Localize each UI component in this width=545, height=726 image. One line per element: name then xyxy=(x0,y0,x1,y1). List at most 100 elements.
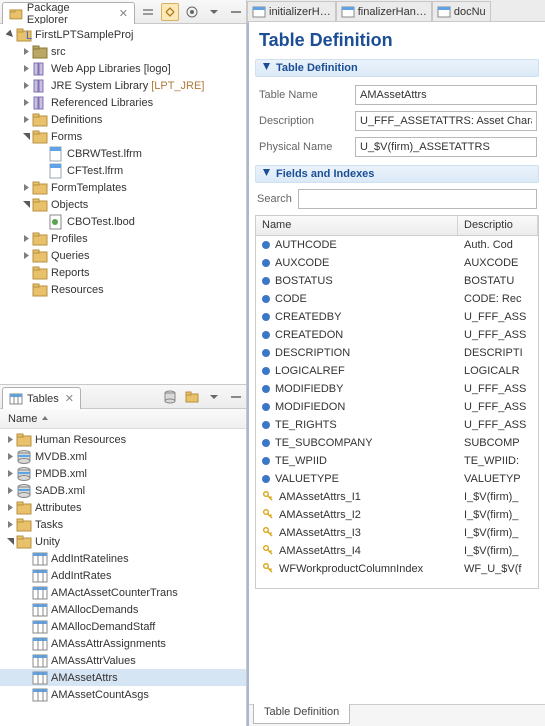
field-row[interactable]: LOGICALREFLOGICALR xyxy=(256,362,538,380)
cross-icon[interactable]: ✕ xyxy=(65,392,74,405)
tree-folder-attributes[interactable]: Attributes xyxy=(0,499,246,516)
tree-objects[interactable]: Objects xyxy=(0,196,246,213)
folder-button[interactable] xyxy=(183,388,201,406)
field-row[interactable]: AMAssetAttrs_I3I_$V(firm)_ xyxy=(256,524,538,542)
tables-column-header[interactable]: Name xyxy=(0,409,246,429)
package-explorer-tree[interactable]: L FirstLPTSampleProj src Web App Librari… xyxy=(0,24,246,384)
search-input[interactable] xyxy=(298,189,537,209)
field-row[interactable]: TE_RIGHTSU_FFF_ASS xyxy=(256,416,538,434)
tree-reflib[interactable]: Referenced Libraries xyxy=(0,94,246,111)
twisty-open-icon[interactable] xyxy=(4,29,16,41)
tree-definitions[interactable]: Definitions xyxy=(0,111,246,128)
tree-forms[interactable]: Forms xyxy=(0,128,246,145)
editor-tab[interactable]: initializerH… xyxy=(247,1,336,21)
twisty-closed-icon[interactable] xyxy=(20,63,32,75)
twisty-closed-icon[interactable] xyxy=(20,250,32,262)
tree-db-sadb[interactable]: SADB.xml xyxy=(0,482,246,499)
table-item[interactable]: AddIntRates xyxy=(0,567,246,584)
twisty-closed-icon[interactable] xyxy=(20,233,32,245)
collapse-all-button[interactable] xyxy=(139,3,157,21)
view-menu-button[interactable] xyxy=(205,388,223,406)
table-item[interactable]: AMActAssetCounterTrans xyxy=(0,584,246,601)
input-description[interactable] xyxy=(355,111,537,131)
twisty-closed-icon[interactable] xyxy=(4,485,16,497)
field-row[interactable]: MODIFIEDONU_FFF_ASS xyxy=(256,398,538,416)
table-item[interactable]: AddIntRatelines xyxy=(0,550,246,567)
tree-project[interactable]: L FirstLPTSampleProj xyxy=(0,26,246,43)
field-row[interactable]: TE_WPIIDTE_WPIID: xyxy=(256,452,538,470)
tables-tab[interactable]: Tables ✕ xyxy=(2,387,81,409)
twisty-closed-icon[interactable] xyxy=(4,451,16,463)
field-row[interactable]: CREATEDONU_FFF_ASS xyxy=(256,326,538,344)
section-table-definition[interactable]: Table Definition xyxy=(255,59,539,77)
input-table-name[interactable] xyxy=(355,85,537,105)
input-physical-name[interactable] xyxy=(355,137,537,157)
section-fields-indexes[interactable]: Fields and Indexes xyxy=(255,165,539,183)
twisty-closed-icon[interactable] xyxy=(20,80,32,92)
field-row[interactable]: CODECODE: Rec xyxy=(256,290,538,308)
library-icon xyxy=(32,78,48,94)
package-explorer-tab[interactable]: Package Explorer ✕ xyxy=(2,2,135,24)
twisty-open-icon[interactable] xyxy=(20,199,32,211)
twisty-open-icon[interactable] xyxy=(20,131,32,143)
twisty-closed-icon[interactable] xyxy=(20,182,32,194)
tree-folder-unity[interactable]: Unity xyxy=(0,533,246,550)
minimize-icon[interactable] xyxy=(230,391,242,403)
twisty-closed-icon[interactable] xyxy=(20,46,32,58)
view-menu-button[interactable] xyxy=(205,3,223,21)
tree-profiles[interactable]: Profiles xyxy=(0,230,246,247)
twisty-closed-icon[interactable] xyxy=(4,519,16,531)
tree-folder-tasks[interactable]: Tasks xyxy=(0,516,246,533)
field-row[interactable]: CREATEDBYU_FFF_ASS xyxy=(256,308,538,326)
tree-src[interactable]: src xyxy=(0,43,246,60)
field-row[interactable]: DESCRIPTIONDESCRIPTI xyxy=(256,344,538,362)
tree-db-mvdb[interactable]: MVDB.xml xyxy=(0,448,246,465)
bottom-tab-table-definition[interactable]: Table Definition xyxy=(253,704,350,724)
tree-form-file[interactable]: CBRWTest.lfrm xyxy=(0,145,246,162)
table-item[interactable]: AMAssAttrValues xyxy=(0,652,246,669)
field-row[interactable]: AUTHCODEAuth. Cod xyxy=(256,236,538,254)
table-item[interactable]: AMAllocDemandStaff xyxy=(0,618,246,635)
field-row[interactable]: AUXCODEAUXCODE xyxy=(256,254,538,272)
link-editor-button[interactable] xyxy=(161,3,179,21)
editor-tab[interactable]: docNu xyxy=(432,1,491,21)
fields-table-header[interactable]: Name Descriptio xyxy=(256,216,538,236)
minimize-icon[interactable] xyxy=(230,6,242,18)
field-row[interactable]: AMAssetAttrs_I2I_$V(firm)_ xyxy=(256,506,538,524)
tree-form-file[interactable]: CFTest.lfrm xyxy=(0,162,246,179)
db-icon-button[interactable] xyxy=(161,388,179,406)
field-row[interactable]: BOSTATUSBOSTATU xyxy=(256,272,538,290)
tree-webapp[interactable]: Web App Libraries [logo] xyxy=(0,60,246,77)
table-item[interactable]: AMAssetCountAsgs xyxy=(0,686,246,703)
field-row[interactable]: VALUETYPEVALUETYP xyxy=(256,470,538,488)
editor-tab[interactable]: finalizerHan… xyxy=(336,1,432,21)
cross-icon[interactable]: ✕ xyxy=(119,7,128,20)
focus-task-button[interactable] xyxy=(183,3,201,21)
tree-formtpl[interactable]: FormTemplates xyxy=(0,179,246,196)
field-row[interactable]: MODIFIEDBYU_FFF_ASS xyxy=(256,380,538,398)
tree-jre[interactable]: JRE System Library [LPT_JRE] xyxy=(0,77,246,94)
tree-queries[interactable]: Queries xyxy=(0,247,246,264)
twisty-closed-icon[interactable] xyxy=(4,502,16,514)
tree-object-file[interactable]: CBOTest.lbod xyxy=(0,213,246,230)
twisty-closed-icon[interactable] xyxy=(4,468,16,480)
tables-tree[interactable]: Human Resources MVDB.xml PMDB.xml SADB.x… xyxy=(0,429,246,726)
field-row[interactable]: AMAssetAttrs_I4I_$V(firm)_ xyxy=(256,542,538,560)
table-item-selected[interactable]: AMAssetAttrs xyxy=(0,669,246,686)
field-row[interactable]: WFWorkproductColumnIndexWF_U_$V(f xyxy=(256,560,538,578)
tree-db-pmdb[interactable]: PMDB.xml xyxy=(0,465,246,482)
table-item[interactable]: AMAssAttrAssignments xyxy=(0,635,246,652)
twisty-closed-icon[interactable] xyxy=(20,114,32,126)
twisty-open-icon[interactable] xyxy=(4,536,16,548)
field-row[interactable]: AMAssetAttrs_I1I_$V(firm)_ xyxy=(256,488,538,506)
table-item[interactable]: AMAllocDemands xyxy=(0,601,246,618)
twisty-closed-icon[interactable] xyxy=(20,97,32,109)
tree-reports[interactable]: Reports xyxy=(0,264,246,281)
col-description[interactable]: Descriptio xyxy=(458,216,538,235)
twisty-closed-icon[interactable] xyxy=(4,434,16,446)
field-row[interactable]: TE_SUBCOMPANYSUBCOMP xyxy=(256,434,538,452)
tree-resources[interactable]: Resources xyxy=(0,281,246,298)
fields-table-body[interactable]: AUTHCODEAuth. CodAUXCODEAUXCODEBOSTATUSB… xyxy=(256,236,538,588)
col-name[interactable]: Name xyxy=(256,216,458,235)
tree-db-hr[interactable]: Human Resources xyxy=(0,431,246,448)
